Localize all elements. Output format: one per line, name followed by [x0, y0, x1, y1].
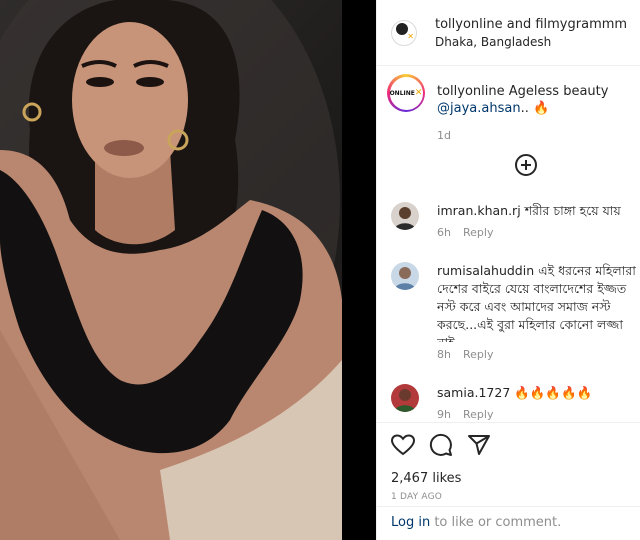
- comment-content: rumisalahuddin এই ধরনের মহিলারা দেশের বাই…: [437, 262, 640, 342]
- person-icon: [394, 389, 416, 412]
- reply-button[interactable]: Reply: [463, 226, 493, 239]
- comment-item: imran.khan.rj শরীর চাঙ্গা হয়ে যায় 6h Rep…: [391, 202, 640, 242]
- login-prompt: Log in to like or comment.: [377, 506, 640, 538]
- caption-time[interactable]: 1d: [437, 127, 608, 144]
- send-icon[interactable]: [467, 433, 491, 457]
- caption-mention[interactable]: @jaya.ahsan: [437, 101, 521, 116]
- comment-meta: 8h Reply: [437, 346, 640, 364]
- post-photo-illustration: [0, 0, 342, 540]
- fire-emoji: 🔥: [532, 101, 550, 116]
- author-name[interactable]: tollyonline and filmygrammm: [435, 17, 627, 32]
- commenter-avatar[interactable]: [391, 202, 419, 230]
- post-age[interactable]: 1 DAY AGO: [391, 492, 627, 502]
- brand-x-icon: ✕: [414, 87, 423, 98]
- comment-item: rumisalahuddin এই ধরনের মহিলারা দেশের বাই…: [391, 262, 640, 366]
- comment-text: শরীর চাঙ্গা হয়ে যায়: [524, 203, 621, 218]
- brand-logo-text: ONLINE✕: [389, 87, 423, 98]
- person-icon: [394, 267, 416, 290]
- person-icon: [394, 207, 416, 230]
- caption-avatar[interactable]: ONLINE✕: [387, 74, 425, 112]
- comment-time[interactable]: 6h: [437, 226, 451, 239]
- caption-suffix: ..: [520, 101, 529, 116]
- reply-button[interactable]: Reply: [463, 408, 493, 421]
- comment-time[interactable]: 8h: [437, 348, 451, 361]
- comment-icon[interactable]: [429, 433, 453, 457]
- comment-time[interactable]: 9h: [437, 408, 451, 421]
- post-header: ✕ tollyonline and filmygrammm Dhaka, Ban…: [377, 0, 640, 66]
- plus-circle-icon[interactable]: [515, 154, 537, 176]
- post-image[interactable]: [0, 0, 376, 540]
- author-info: tollyonline and filmygrammm Dhaka, Bangl…: [435, 17, 627, 49]
- caption-body: Ageless beauty: [508, 84, 609, 99]
- comment-item: samia.1727 🔥🔥🔥🔥🔥 9h Reply: [391, 384, 640, 422]
- comment-body: rumisalahuddin এই ধরনের মহিলারা দেশের বাই…: [437, 262, 640, 366]
- comment-text: 🔥🔥🔥🔥🔥: [514, 385, 593, 400]
- comment-body: samia.1727 🔥🔥🔥🔥🔥 9h Reply: [437, 384, 640, 422]
- caption-row: ONLINE✕ tollyonline Ageless beauty @jaya…: [387, 74, 631, 144]
- post-sidebar: ✕ tollyonline and filmygrammm Dhaka, Ban…: [376, 0, 640, 540]
- commenter-avatar[interactable]: [391, 384, 419, 412]
- login-link[interactable]: Log in: [391, 515, 430, 530]
- comment-meta: 9h Reply: [437, 406, 640, 422]
- comment-username[interactable]: rumisalahuddin: [437, 263, 534, 278]
- post-location[interactable]: Dhaka, Bangladesh: [435, 35, 627, 49]
- comment-username[interactable]: samia.1727: [437, 385, 510, 400]
- media-letterbox: [342, 0, 376, 540]
- caption-username[interactable]: tollyonline: [437, 84, 505, 99]
- post-actions: 2,467 likes 1 DAY AGO: [377, 422, 640, 502]
- caption-block: ONLINE✕ tollyonline Ageless beauty @jaya…: [377, 66, 640, 144]
- comment-body: imran.khan.rj শরীর চাঙ্গা হয়ে যায় 6h Rep…: [437, 202, 640, 242]
- author-avatar[interactable]: ✕: [391, 19, 417, 46]
- brand-logo: ONLINE✕: [389, 76, 423, 110]
- heart-icon[interactable]: [391, 434, 415, 456]
- comment-username[interactable]: imran.khan.rj: [437, 203, 521, 218]
- login-text: to like or comment.: [430, 515, 562, 530]
- action-icons: [391, 433, 627, 457]
- logo-dot-icon: [396, 22, 408, 35]
- caption-text: tollyonline Ageless beauty @jaya.ahsan..…: [437, 83, 608, 144]
- reply-button[interactable]: Reply: [463, 348, 493, 361]
- like-count[interactable]: 2,467 likes: [391, 471, 627, 486]
- comment-meta: 6h Reply: [437, 224, 640, 242]
- commenter-avatar[interactable]: [391, 262, 419, 290]
- logo-x-icon: ✕: [407, 31, 414, 41]
